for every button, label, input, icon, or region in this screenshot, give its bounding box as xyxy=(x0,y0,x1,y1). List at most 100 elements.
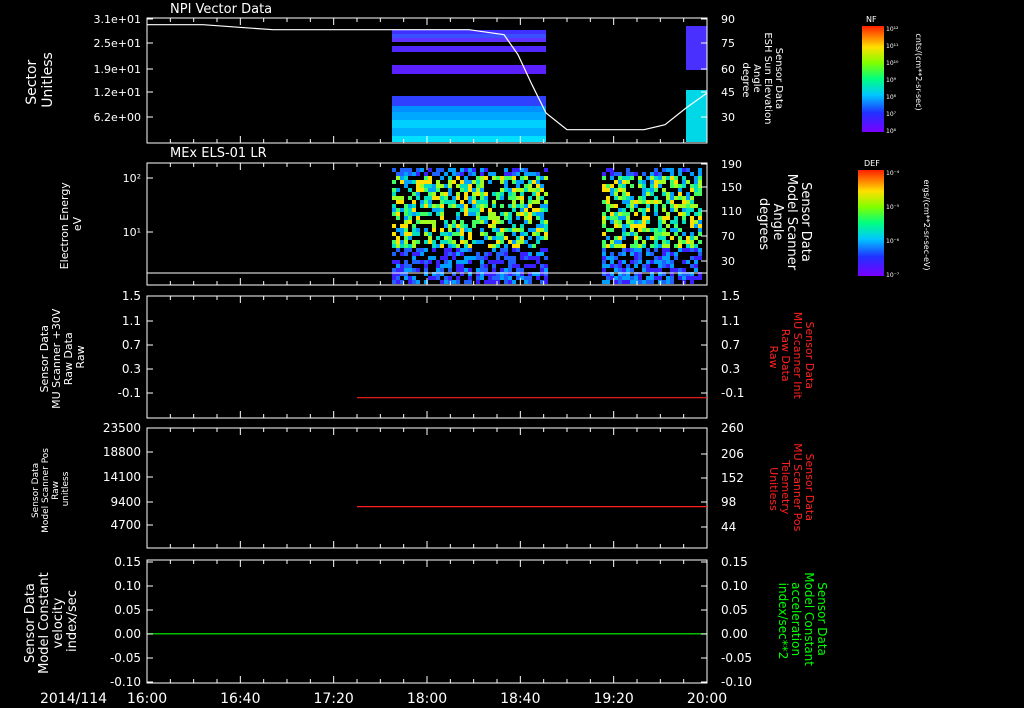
heatmap-cell xyxy=(448,264,452,268)
heatmap-cell xyxy=(690,200,694,204)
heatmap-cell xyxy=(654,260,658,264)
heatmap-cell xyxy=(484,196,488,200)
heatmap-cell xyxy=(448,184,452,188)
heatmap-cell xyxy=(666,256,670,260)
heatmap-cell xyxy=(504,216,508,220)
heatmap-cell xyxy=(408,196,412,200)
heatmap-cell xyxy=(682,176,686,180)
heatmap-cell xyxy=(638,196,642,200)
heatmap-cell xyxy=(468,168,472,172)
heatmap-cell xyxy=(674,208,678,212)
heatmap-cell xyxy=(658,256,662,260)
heatmap-cell xyxy=(480,192,484,196)
heatmap-cell xyxy=(392,268,396,272)
heatmap-cell xyxy=(444,236,448,240)
heatmap-cell xyxy=(520,196,524,200)
heatmap-cell xyxy=(610,228,614,232)
heatmap-cell xyxy=(524,184,528,188)
heatmap-cell xyxy=(528,252,532,256)
heatmap-cell xyxy=(448,252,452,256)
heatmap-cell xyxy=(544,236,548,240)
heatmap-cell xyxy=(674,256,678,260)
left-tick-label: 23500 xyxy=(103,421,141,435)
heatmap-cell xyxy=(512,240,516,244)
heatmap-cell xyxy=(646,268,650,272)
heatmap-cell xyxy=(678,212,682,216)
panel-scanner-pos: 23500 18800 14100 9400 4700 260 206 152 98 44 Se… xyxy=(31,421,816,549)
heatmap-cell xyxy=(524,232,528,236)
heatmap-cell xyxy=(610,184,614,188)
heatmap-cell xyxy=(618,196,622,200)
heatmap-cell xyxy=(674,220,678,224)
heatmap-cell xyxy=(654,244,658,248)
heatmap-cell xyxy=(400,172,404,176)
heatmap-cell xyxy=(492,176,496,180)
heatmap-cell xyxy=(492,224,496,228)
heatmap-cell xyxy=(440,240,444,244)
heatmap-cell xyxy=(424,184,428,188)
heatmap-cell xyxy=(618,236,622,240)
heatmap-cell xyxy=(428,212,432,216)
heatmap-cell xyxy=(492,204,496,208)
heatmap-cell xyxy=(464,188,468,192)
heatmap-cell xyxy=(646,188,650,192)
heatmap-cell xyxy=(638,280,642,284)
heatmap-cell xyxy=(630,232,634,236)
heatmap-cell xyxy=(456,184,460,188)
heatmap-cell xyxy=(512,176,516,180)
left-tick-label: 0.00 xyxy=(114,627,141,641)
heatmap-cell xyxy=(464,196,468,200)
heatmap-cell xyxy=(416,240,420,244)
heatmap-cell xyxy=(674,224,678,228)
panel4-ylabel: Sensor Data Model Scanner Pos Raw unitle… xyxy=(31,445,71,533)
heatmap-cell xyxy=(544,168,548,172)
heatmap-cell xyxy=(436,172,440,176)
heatmap-cell xyxy=(658,200,662,204)
heatmap-cell xyxy=(666,240,670,244)
heatmap-cell xyxy=(622,216,626,220)
heatmap-cell xyxy=(622,224,626,228)
heatmap-cell xyxy=(484,200,488,204)
heatmap-cell xyxy=(670,176,674,180)
right-tick-label: 0.05 xyxy=(721,603,748,617)
heatmap-cell xyxy=(392,212,396,216)
heatmap-cell xyxy=(544,204,548,208)
heatmap-cell xyxy=(460,224,464,228)
heatmap-cell xyxy=(440,268,444,272)
heatmap-cell xyxy=(614,220,618,224)
heatmap-cell xyxy=(528,264,532,268)
heatmap-cell xyxy=(436,264,440,268)
heatmap-cell xyxy=(428,220,432,224)
heatmap-cell xyxy=(622,180,626,184)
heatmap-cell xyxy=(520,252,524,256)
heatmap-cell xyxy=(670,264,674,268)
heatmap-cell xyxy=(658,236,662,240)
heatmap-cell xyxy=(666,192,670,196)
heatmap-cell xyxy=(536,260,540,264)
heatmap-cell xyxy=(666,216,670,220)
heatmap-cell xyxy=(698,232,702,236)
heatmap-cell xyxy=(440,204,444,208)
heatmap-cell xyxy=(626,264,630,268)
heatmap-cell xyxy=(626,200,630,204)
heatmap-cell xyxy=(428,184,432,188)
heatmap-cell xyxy=(424,240,428,244)
heatmap-cell xyxy=(662,220,666,224)
heatmap-cell xyxy=(448,236,452,240)
panel2-y2label-line: Sensor Data xyxy=(798,182,813,262)
heatmap-cell xyxy=(654,276,658,280)
heatmap-cell xyxy=(456,176,460,180)
heatmap-cell xyxy=(440,200,444,204)
heatmap-cell xyxy=(508,276,512,280)
heatmap-cell xyxy=(476,176,480,180)
heatmap-cell xyxy=(452,200,456,204)
heatmap-cell xyxy=(602,176,606,180)
heatmap-cell xyxy=(484,252,488,256)
heatmap-cell xyxy=(420,184,424,188)
heatmap-cell xyxy=(424,196,428,200)
heatmap-cell xyxy=(428,256,432,260)
heatmap-cell xyxy=(602,232,606,236)
heatmap-cell xyxy=(456,232,460,236)
heatmap-cell xyxy=(610,192,614,196)
heatmap-cell xyxy=(440,216,444,220)
